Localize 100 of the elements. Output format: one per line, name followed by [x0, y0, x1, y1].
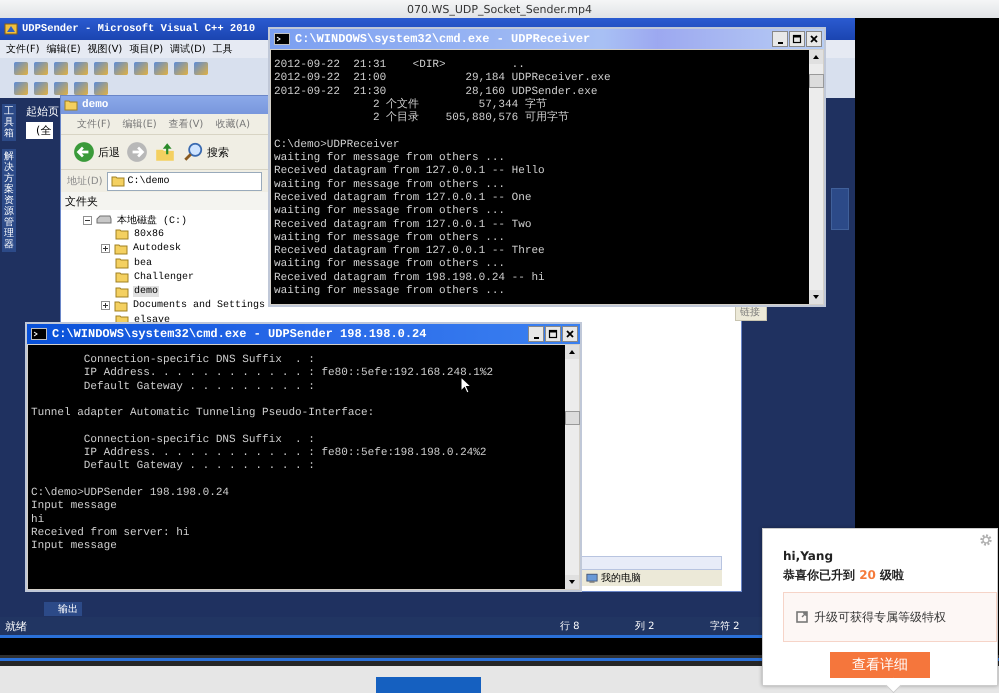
toolbar-icon[interactable]	[114, 62, 128, 74]
scroll-up-icon[interactable]	[565, 345, 579, 359]
toolbar-icon[interactable]	[14, 82, 28, 94]
folder-icon	[115, 228, 129, 240]
perk-text: 升级可获得专属等级特权	[814, 608, 946, 626]
console-line: Connection-specific DNS Suffix . :	[82, 434, 315, 446]
level-message: 恭喜你已升到 20 级啦	[783, 567, 906, 584]
console-line: 2012-09-22 21:31 <DIR> ..	[274, 59, 525, 71]
side-tab[interactable]: 工具箱	[2, 104, 16, 141]
scrollbar[interactable]	[565, 345, 579, 589]
computer-icon	[586, 572, 598, 584]
menu-item[interactable]: 调试(D)	[170, 42, 206, 56]
scroll-up-icon[interactable]	[809, 50, 823, 64]
scrollbar[interactable]	[809, 50, 823, 304]
maximize-icon	[792, 34, 802, 44]
close-button[interactable]	[562, 326, 578, 342]
toolbar-icon[interactable]	[174, 62, 188, 74]
menu-item[interactable]: 视图(V)	[88, 42, 122, 56]
status-text: 就绪	[5, 618, 28, 634]
console-line: waiting for message from others ...	[274, 232, 506, 244]
menu-item[interactable]: 项目(P)	[129, 42, 164, 56]
folder-icon	[115, 286, 129, 298]
start-page-tab[interactable]: 起始页	[26, 104, 59, 119]
folder-icon	[115, 271, 129, 284]
close-icon	[809, 34, 819, 44]
console-icon	[31, 328, 47, 340]
scroll-thumb[interactable]	[809, 74, 824, 88]
menu-item[interactable]: 工具	[212, 42, 233, 56]
expand-icon[interactable]	[101, 244, 110, 254]
maximize-button[interactable]	[545, 326, 561, 342]
console-line: C:\demo>UDPReceiver	[274, 138, 400, 151]
toolbar-icon[interactable]	[194, 62, 208, 74]
toolbar-icon[interactable]	[74, 82, 88, 94]
console-line: waiting for message from others ...	[274, 205, 506, 218]
search-icon	[182, 141, 204, 163]
toolbar-icon[interactable]	[154, 62, 168, 74]
menu-item[interactable]: 文件(F)	[6, 42, 40, 56]
tree-item[interactable]: demo	[133, 286, 160, 298]
scroll-down-icon[interactable]	[809, 290, 823, 304]
status-text: 我的电脑	[601, 572, 641, 585]
video-title: 070.WS_UDP_Socket_Sender.mp4	[406, 2, 592, 16]
greeting-text: hi,Yang	[783, 549, 834, 563]
minimize-button[interactable]	[528, 326, 544, 342]
console-line: Received datagram from 127.0.0.1 -- Hello	[274, 165, 545, 178]
minimize-icon	[534, 336, 538, 338]
scope-dropdown[interactable]: (全	[26, 122, 54, 139]
up-folder-icon[interactable]	[154, 141, 176, 163]
scroll-thumb[interactable]	[565, 411, 580, 425]
scroll-down-icon[interactable]	[565, 575, 579, 589]
toolbar-icon[interactable]	[34, 82, 48, 94]
tree-item[interactable]: Challenger	[133, 272, 196, 283]
pane-title: 文件夹	[65, 194, 98, 208]
menu-item[interactable]: 查看(V)	[168, 117, 204, 131]
properties-panel-tab[interactable]	[831, 188, 849, 230]
console-line: C:\demo>UDPSender 198.198.0.24	[31, 486, 230, 499]
output-tab[interactable]: 输出	[44, 602, 82, 616]
tree-item[interactable]: 本地磁盘 (C:)	[116, 213, 188, 228]
menu-item[interactable]: 编辑(E)	[46, 42, 81, 56]
search-button[interactable]: 搜索	[182, 141, 229, 163]
menu-item[interactable]: 收藏(A)	[215, 117, 250, 131]
console-line: Input message	[31, 540, 117, 552]
folder-icon	[114, 300, 128, 312]
settings-icon[interactable]	[979, 533, 993, 547]
maximize-button[interactable]	[789, 31, 805, 47]
toolbar-icon[interactable]	[94, 82, 108, 94]
toolbar-icon[interactable]	[134, 62, 148, 74]
tree-item[interactable]: elsave	[133, 314, 172, 326]
window-title: UDPSender - Microsoft Visual C++ 2010	[22, 23, 256, 35]
tree-item[interactable]: Documents and Settings	[132, 300, 266, 312]
toolbar-icon[interactable]	[14, 62, 28, 74]
toolbar-icon[interactable]	[54, 82, 68, 94]
links-label[interactable]: 链接	[736, 305, 760, 319]
collapse-icon[interactable]	[83, 216, 92, 225]
console-line: Received datagram from 127.0.0.1 -- Two	[274, 218, 532, 231]
maximize-icon	[548, 329, 558, 339]
toolbar-icon[interactable]	[74, 62, 88, 74]
tree-item[interactable]: Autodesk	[132, 243, 182, 254]
status-text: 列 2	[635, 620, 656, 633]
toolbar-icon[interactable]	[94, 62, 108, 74]
window-title: demo	[82, 99, 108, 111]
expand-icon[interactable]	[101, 301, 110, 310]
menu-item[interactable]: 编辑(E)	[122, 117, 157, 131]
console-line: Tunnel adapter Automatic Tunneling Pseudo-Interface:	[31, 407, 374, 420]
menu-item[interactable]: 文件(F)	[77, 117, 111, 131]
window-title: C:\WINDOWS\system32\cmd.exe - UDPReceiver	[295, 32, 592, 46]
close-icon	[565, 329, 575, 339]
back-button[interactable]: 后退	[73, 141, 120, 163]
console-line: waiting for message from others ...	[274, 258, 506, 270]
side-tab[interactable]: 解决方案资源管理器	[2, 149, 16, 252]
minimize-button[interactable]	[772, 31, 788, 47]
toolbar-icon[interactable]	[34, 62, 48, 74]
address-field[interactable]: C:\demo	[106, 172, 262, 190]
close-button[interactable]	[806, 31, 822, 47]
tree-item[interactable]: bea	[133, 258, 154, 269]
toolbar-icon[interactable]	[54, 62, 68, 74]
console-line: Connection-specific DNS Suffix . :	[82, 354, 315, 366]
app-icon	[4, 22, 18, 36]
console-line: IP Address. . . . . . . . . . . . : fe80::5efe:192.168.248.1%2	[82, 367, 494, 380]
status-text: 行 8	[560, 620, 581, 633]
tree-item[interactable]: 80x86	[133, 228, 166, 240]
